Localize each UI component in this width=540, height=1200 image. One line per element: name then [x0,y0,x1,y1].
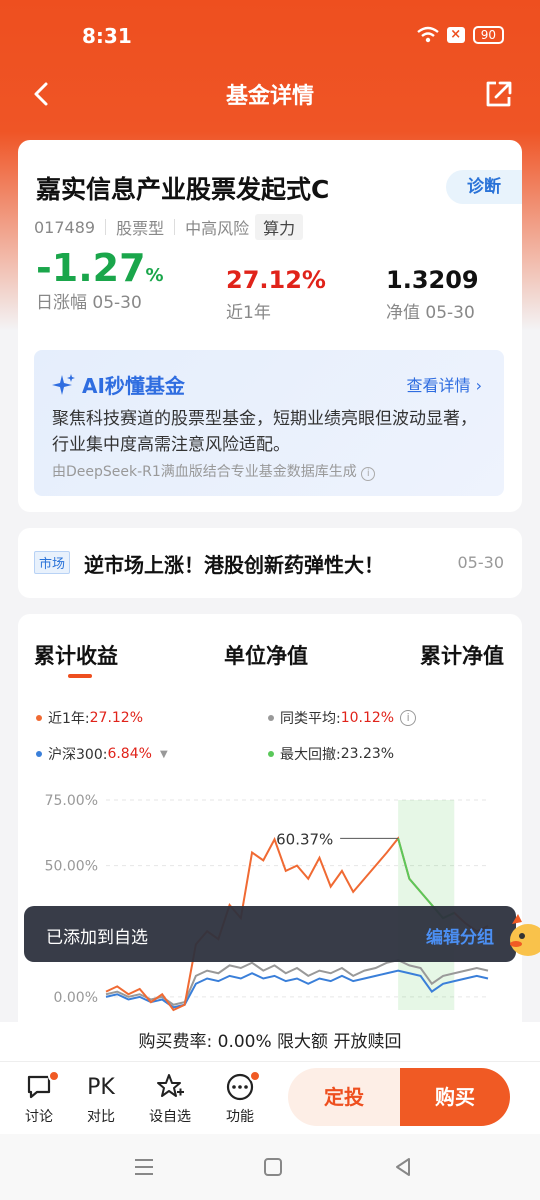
battery-icon: 90 [472,26,504,44]
menu-icon[interactable] [132,1156,156,1178]
auto-invest-button[interactable]: 定投 [288,1068,400,1126]
status-bar: 8:31 × 90 [0,0,540,70]
navbar: 基金详情 [0,70,540,118]
divider [174,219,176,235]
tab-unit-nav[interactable]: 单位净值 [224,640,308,670]
status-time: 8:31 [82,24,132,48]
nav-metric: 1.3209 净值 05-30 [386,266,479,323]
one-year-value: 27.12% [226,266,326,294]
y-tick-label: 0.00% [54,990,98,1006]
mascot-icon[interactable] [508,910,540,962]
compare-button[interactable]: PK 对比 [76,1072,126,1126]
one-year-label: 近1年 [226,303,271,323]
legend-fund: 近1年: 27.12% [36,708,143,728]
tab-indicator [68,674,92,678]
buy-button[interactable]: 购买 [400,1068,510,1126]
notification-dot [48,1070,60,1082]
tab-cumulative-nav[interactable]: 累计净值 [420,640,504,670]
add-watchlist-button[interactable]: 设自选 [145,1072,195,1126]
notification-dot [249,1070,261,1082]
one-year-metric: 27.12% 近1年 [226,266,326,323]
fund-summary-card: 嘉实信息产业股票发起式C 诊断 017489 股票型 中高风险 算力 -1.27… [18,140,522,512]
system-nav-bar [0,1134,540,1200]
discuss-button[interactable]: 讨论 [14,1070,64,1126]
fund-type: 股票型 [116,219,165,238]
daily-change-value: -1.27% [36,246,164,290]
drawdown-region [398,800,455,1010]
peak-label: 60.37% [276,830,333,848]
sim-off-icon: × [446,27,465,43]
diagnose-button[interactable]: 诊断 [446,170,522,204]
chevron-right-icon: › [475,376,482,395]
tab-cumulative-return[interactable]: 累计收益 [34,640,118,670]
fund-name: 嘉实信息产业股票发起式C [36,175,330,204]
daily-change-metric: -1.27% 日涨幅 05-30 [36,246,164,313]
divider [105,219,107,235]
nav-value: 1.3209 [386,266,479,294]
y-tick-label: 75.00% [45,793,98,809]
ai-summary-box[interactable]: AI秒懂基金 查看详情 › 聚焦科技赛道的股票型基金，短期业绩亮眼但波动显著，行… [34,350,504,496]
news-date: 05-30 [457,553,505,572]
page-title: 基金详情 [225,84,314,109]
edit-group-link[interactable]: 编辑分组 [426,923,494,948]
toast: 已添加到自选 编辑分组 [24,906,516,962]
home-icon[interactable] [262,1156,284,1178]
info-icon: i [361,467,376,481]
bottom-action-bar: 讨论 PK 对比 设自选 功能 定投 购买 [0,1062,540,1134]
legend-index[interactable]: 沪深300: 6.84% ▼ [36,744,168,764]
chart-card: 累计收益 单位净值 累计净值 近1年: 27.12% 同类平均: 10.12% i … [18,614,522,1044]
info-icon: i [400,710,417,726]
fund-risk: 中高风险 [185,219,250,238]
news-card[interactable]: 市场 逆市场上涨！港股创新药弹性大！ 05-30 [18,528,522,598]
ai-details-link[interactable]: 查看详情 › [406,372,482,396]
back-icon[interactable] [392,1156,414,1178]
news-tag: 市场 [34,551,71,574]
return-chart[interactable]: 75.00% 50.00% 0.00% 60.37% [18,784,522,1024]
share-icon[interactable] [480,76,516,112]
ai-summary-text: 聚焦科技赛道的股票型基金，短期业绩亮眼但波动显著，行业集中度高需注意风险适配。 [52,409,477,455]
daily-change-label: 日涨幅 05-30 [36,293,142,313]
nav-label: 净值 05-30 [386,303,475,323]
wifi-icon [416,26,439,43]
star-plus-icon [157,1074,184,1097]
fund-tags: 017489 股票型 中高风险 算力 [34,214,304,240]
pk-icon: PK [87,1074,115,1100]
fund-theme-tag[interactable]: 算力 [255,214,304,240]
legend-peer: 同类平均: 10.12% i [268,708,417,728]
fund-code: 017489 [34,217,96,237]
ai-title: AI秒懂基金 [52,370,185,399]
legend-drawdown: 最大回撤: 23.23% [268,744,394,764]
functions-button[interactable]: 功能 [215,1070,265,1126]
toast-message: 已添加到自选 [46,928,148,948]
news-headline: 逆市场上涨！港股创新药弹性大！ [84,553,384,577]
fee-info: 购买费率: 0.00% 限大额 开放赎回 [0,1022,540,1062]
status-icons: × 90 [416,26,504,44]
ai-source-note: 由DeepSeek-R1满血版结合专业基金数据库生成 i [52,461,376,481]
sparkle-icon [52,373,75,395]
y-tick-label: 50.00% [45,859,98,875]
dropdown-triangle-icon: ▼ [159,748,168,760]
